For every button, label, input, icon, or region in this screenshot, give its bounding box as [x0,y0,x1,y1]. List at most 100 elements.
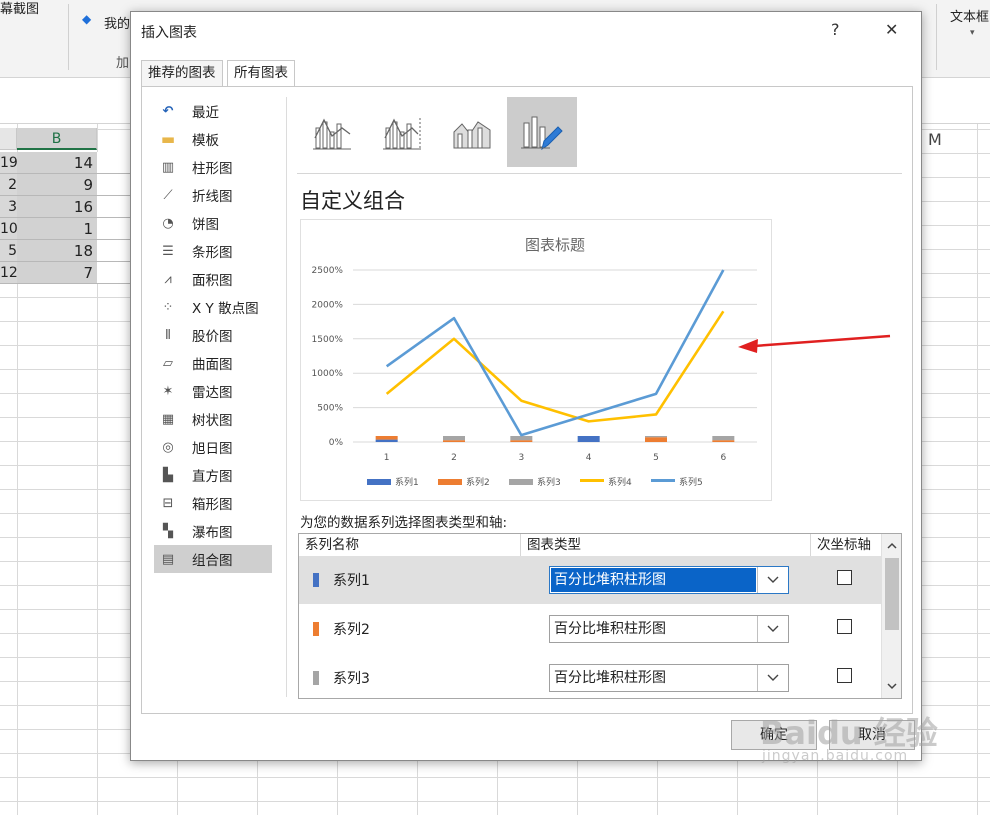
chart-type-select[interactable]: 百分比堆积柱形图 [549,615,789,643]
screenshot-button[interactable]: 幕截图 [0,0,39,17]
sidebar-item-folder[interactable]: ▬ 模板 [154,125,272,153]
chevron-down-icon: ▾ [970,28,975,38]
sidebar-item-label: 折线图 [192,189,233,205]
cell-c[interactable] [97,152,130,173]
column-header-a[interactable] [0,128,17,150]
cell-row[interactable]: 3 16 [0,196,130,218]
chart-type-select[interactable]: 百分比堆积柱形图 [549,566,789,594]
line-chart-icon: ⟋ [163,187,173,203]
secondary-axis-checkbox[interactable] [837,668,852,683]
scroll-up-icon[interactable] [882,536,902,556]
cell-b[interactable]: 1 [17,218,97,239]
cell-a[interactable]: 5 [0,240,17,261]
series-prompt-label: 为您的数据系列选择图表类型和轴: [300,515,508,531]
cell-a[interactable]: 12 [0,262,17,283]
area-chart-icon: ⩘ [164,271,172,287]
header-chart-type: 图表类型 [521,534,811,556]
insert-chart-dialog: 插入图表 ? ✕ 推荐的图表 所有图表 ↶ 最近 ▬ 模板 ▥ 柱形图 ⟋ 折线图 ◔ 饼图 ☰ 条形… [130,11,922,761]
selected-cells[interactable]: 19 14 2 9 3 16 10 1 5 18 12 7 [0,152,130,284]
panel-divider [286,97,287,697]
cell-a[interactable]: 2 [0,174,17,195]
secondary-axis-checkbox[interactable] [837,619,852,634]
x-tick-label: 3 [518,453,524,463]
cell-row[interactable]: 10 1 [0,218,130,240]
sidebar-item-sunburst-chart[interactable]: ◎ 旭日图 [154,433,272,461]
thumb-custom-combination[interactable] [507,97,577,167]
cell-row[interactable]: 5 18 [0,240,130,262]
cell-c[interactable] [97,218,130,239]
chevron-down-icon[interactable] [757,616,788,642]
cell-b[interactable]: 9 [17,174,97,195]
close-button[interactable]: ✕ [885,20,898,39]
scroll-down-icon[interactable] [882,676,902,696]
scrollbar-thumb[interactable] [885,558,899,630]
y-tick-label: 1000% [312,369,344,379]
help-button[interactable]: ? [831,20,840,39]
sidebar-item-label: 模板 [192,133,219,149]
x-tick-label: 2 [451,453,457,463]
ribbon-separator [936,4,937,70]
sidebar-item-radar-chart[interactable]: ✶ 雷达图 [154,377,272,405]
sidebar-item-recent[interactable]: ↶ 最近 [154,97,272,125]
tab-all-charts[interactable]: 所有图表 [227,60,295,87]
cell-row[interactable]: 19 14 [0,152,130,174]
cell-b[interactable]: 14 [17,152,97,173]
sidebar-item-line-chart[interactable]: ⟋ 折线图 [154,181,272,209]
sidebar-item-scatter-chart[interactable]: ⁘ X Y 散点图 [154,293,272,321]
column-header-b[interactable]: B [17,128,97,150]
cell-a[interactable]: 19 [0,152,17,173]
all-charts-panel: ↶ 最近 ▬ 模板 ▥ 柱形图 ⟋ 折线图 ◔ 饼图 ☰ 条形图 ⩘ 面积图 ⁘ X Y 散点图 ⫴ 股价图 ▱ 曲面… [141,86,913,714]
x-tick-label: 4 [586,453,592,463]
sidebar-item-stock-chart[interactable]: ⫴ 股价图 [154,321,272,349]
my-addins-button[interactable]: 我的 [104,13,130,32]
series-row[interactable]: 系列2 百分比堆积柱形图 [299,605,881,653]
chevron-down-icon[interactable] [757,567,788,593]
series-row[interactable]: 系列3 百分比堆积柱形图 [299,654,881,698]
sidebar-item-treemap-chart[interactable]: ▦ 树状图 [154,405,272,433]
cell-a[interactable]: 3 [0,196,17,217]
thumb-clustered-column-line[interactable] [297,97,367,167]
cell-b[interactable]: 7 [17,262,97,283]
sidebar-item-histogram-chart[interactable]: ▙ 直方图 [154,461,272,489]
sidebar-item-box-chart[interactable]: ⊟ 箱形图 [154,489,272,517]
cell-row[interactable]: 12 7 [0,262,130,284]
sidebar-item-label: 饼图 [192,217,219,233]
y-tick-label: 500% [317,404,343,414]
sidebar-item-waterfall-chart[interactable]: ▚ 瀑布图 [154,517,272,545]
column-header-m[interactable]: M [928,130,942,149]
chevron-down-icon[interactable] [757,665,788,691]
cell-c[interactable] [97,240,130,261]
histogram-chart-icon: ▙ [163,467,173,483]
cell-a[interactable]: 10 [0,218,17,239]
secondary-axis-checkbox[interactable] [837,570,852,585]
cell-b[interactable]: 18 [17,240,97,261]
pie-chart-icon: ◔ [162,215,174,231]
sidebar-item-column-chart[interactable]: ▥ 柱形图 [154,153,272,181]
table-scrollbar[interactable] [881,534,901,698]
cell-c[interactable] [97,262,130,283]
bar-segment [443,440,465,442]
thumb-stacked-area-column[interactable] [437,97,507,167]
chart-preview: 图表标题 0% 500% 1000% 1500% 2000% 2500% 1 2 3 4 5 6 系列1 系… [300,219,772,501]
sidebar-item-combo-chart[interactable]: ▤ 组合图 [154,545,272,573]
sidebar-item-label: 直方图 [192,469,233,485]
legend-label: 系列2 [466,476,490,488]
cell-c[interactable] [97,174,130,195]
sidebar-item-area-chart[interactable]: ⩘ 面积图 [154,265,272,293]
cell-c[interactable] [97,196,130,217]
thumb-column-line-secondary[interactable] [367,97,437,167]
cell-row[interactable]: 29 [0,174,130,196]
series-row[interactable]: 系列1 百分比堆积柱形图 [299,556,881,604]
sidebar-item-bar-chart[interactable]: ☰ 条形图 [154,237,272,265]
tab-recommended-charts[interactable]: 推荐的图表 [141,60,223,86]
chart-type-select[interactable]: 百分比堆积柱形图 [549,664,789,692]
text-box-button[interactable]: 文本框 [950,6,989,25]
sidebar-item-label: 瀑布图 [192,525,233,541]
series-table: 系列名称 图表类型 次坐标轴 系列1 百分比堆积柱形图 系列2 百分比堆积柱形图 系列3… [298,533,902,699]
x-tick-label: 1 [384,453,390,463]
sidebar-item-pie-chart[interactable]: ◔ 饼图 [154,209,272,237]
section-divider [297,173,902,174]
sidebar-item-surface-chart[interactable]: ▱ 曲面图 [154,349,272,377]
cell-b[interactable]: 16 [17,196,97,217]
bar-segment [375,436,398,440]
